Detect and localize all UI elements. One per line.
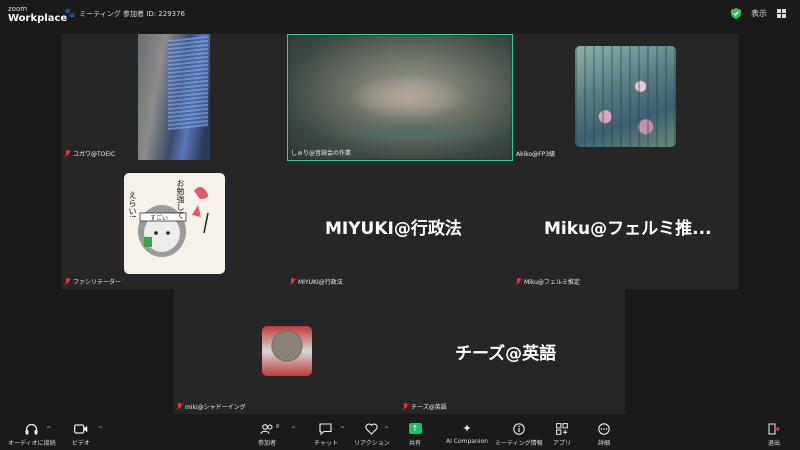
ai-companion-button[interactable]: ✦ AI Companion — [446, 422, 488, 445]
mic-muted-icon — [65, 150, 71, 157]
video-options-caret[interactable]: ^ — [98, 426, 103, 433]
info-icon — [512, 422, 526, 435]
meeting-id-label: ミーティング 参加者 ID: 229376 — [79, 10, 186, 18]
tile-name: しゅり@音読会の作業 — [291, 150, 352, 157]
participant-display-name: チーズ@英語 — [455, 344, 557, 364]
mic-muted-icon — [177, 403, 183, 410]
video-tile[interactable]: Akiko@FP3級 — [513, 34, 738, 161]
profile-picture: お勉強して えらい! すごい — [124, 173, 225, 274]
video-grid: ユガワ@TOEIC しゅり@音読会の作業 Akiko@FP3級 お勉強して えら… — [62, 34, 738, 289]
headphones-icon — [25, 422, 39, 435]
sketch-text: お勉強して — [176, 179, 185, 219]
video-tile[interactable]: ユガワ@TOEIC — [62, 34, 287, 161]
profile-picture — [262, 326, 312, 376]
tile-name: Akiko@FP3級 — [516, 151, 556, 158]
apps-icon — [555, 422, 569, 435]
leave-button[interactable]: 退出 — [767, 422, 781, 447]
reactions-options-caret[interactable]: ^ — [384, 426, 389, 433]
video-tile[interactable]: チーズ@英語 チーズ@英語 — [400, 289, 625, 414]
video-tile[interactable]: Miku@フェルミ推... Miku@フェルミ推定 — [513, 161, 738, 289]
paw-icon: 🐾 — [64, 9, 76, 19]
sketch-text: えらい! — [128, 191, 137, 219]
mic-muted-icon — [516, 278, 522, 285]
heart-icon — [365, 422, 379, 435]
mic-muted-icon — [65, 278, 71, 285]
more-button[interactable]: 詳細 — [597, 422, 611, 447]
video-grid-row-3: miki@シャドーイング チーズ@英語 チーズ@英語 — [174, 289, 625, 414]
mic-muted-icon — [403, 403, 409, 410]
zoom-logo: zoom Workplace — [8, 5, 68, 24]
share-button[interactable]: ↑ 共有 — [408, 422, 422, 447]
video-button[interactable]: ビデオ — [72, 422, 90, 447]
participant-display-name: MIYUKI@行政法 — [325, 219, 462, 239]
meeting-info[interactable]: 🐾 ミーティング 参加者 ID: 229376 — [64, 9, 185, 19]
sparkle-icon: ✦ — [462, 422, 472, 435]
tile-name: ユガワ@TOEIC — [65, 149, 115, 158]
participant-display-name: Miku@フェルミ推... — [544, 219, 712, 239]
tile-name: miki@シャドーイング — [177, 402, 246, 411]
video-tile-active-speaker[interactable]: しゅり@音読会の作業 — [287, 34, 513, 161]
view-button[interactable]: 表示 — [751, 8, 767, 19]
camera-video — [138, 34, 210, 160]
tile-name: MIYUKI@行政法 — [290, 277, 343, 286]
hedgehog-sketch-icon — [138, 187, 209, 257]
leave-door-icon — [767, 422, 781, 435]
participants-count: 8 — [276, 424, 280, 430]
video-camera-icon — [74, 422, 88, 435]
participants-options-caret[interactable]: ^ — [291, 426, 296, 433]
top-bar: zoom Workplace 🐾 ミーティング 参加者 ID: 229376 表… — [0, 0, 800, 30]
apps-button[interactable]: アプリ — [553, 422, 571, 447]
tile-name: チーズ@英語 — [403, 402, 447, 411]
tile-name: Miku@フェルミ推定 — [516, 277, 580, 286]
video-tile[interactable]: MIYUKI@行政法 MIYUKI@行政法 — [287, 161, 513, 289]
participants-button[interactable]: 参加者 — [258, 422, 276, 447]
share-screen-icon: ↑ — [408, 423, 422, 434]
shield-icon[interactable] — [731, 8, 741, 19]
meeting-info-button[interactable]: ミーティング情報 — [495, 422, 543, 447]
grid-view-icon[interactable] — [777, 9, 786, 18]
sketch-badge-text: すごい — [150, 215, 169, 222]
chat-icon — [319, 422, 333, 435]
camera-video — [288, 35, 512, 160]
profile-picture — [575, 46, 676, 147]
more-icon — [597, 422, 611, 435]
audio-options-caret[interactable]: ^ — [46, 426, 51, 433]
video-tile[interactable]: miki@シャドーイング — [174, 289, 400, 414]
participants-icon — [260, 422, 274, 435]
meeting-toolbar: オーディオに接続 ^ ビデオ ^ 参加者 8 ^ チャット ^ リアクション ^… — [0, 418, 800, 450]
video-tile[interactable]: お勉強して えらい! すごい ファシリテーター — [62, 161, 287, 289]
mic-muted-icon — [290, 278, 296, 285]
chat-button[interactable]: チャット — [314, 422, 338, 447]
chat-options-caret[interactable]: ^ — [340, 426, 345, 433]
logo-line-2: Workplace — [8, 13, 68, 24]
tile-name: ファシリテーター — [65, 277, 121, 286]
